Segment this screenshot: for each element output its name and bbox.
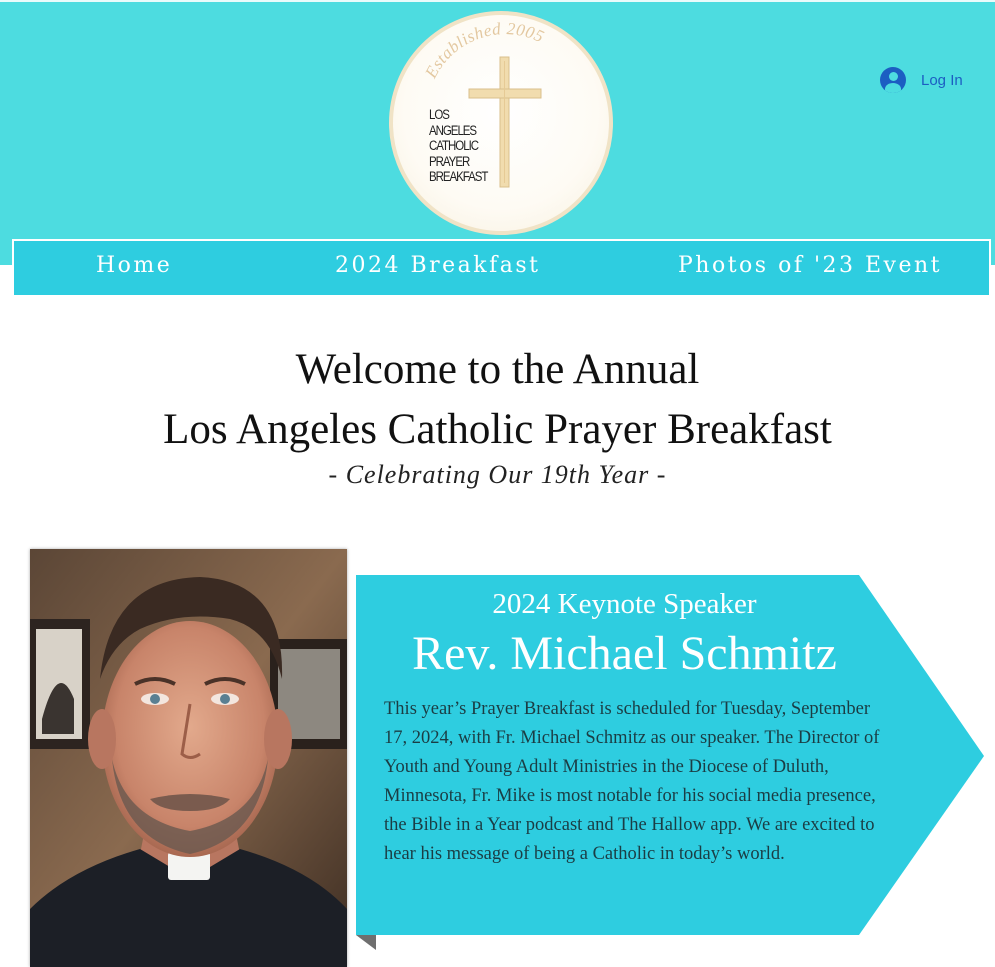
logo-line: BREAKFAST (429, 169, 488, 184)
logo-line: ANGELES (429, 122, 477, 138)
login-button[interactable]: Log In (880, 66, 963, 94)
nav-item-2024-breakfast[interactable]: 2024 Breakfast (335, 253, 541, 278)
speaker-portrait (30, 549, 347, 967)
logo-wordmark: LOS ANGELES CATHOLIC PRAYER BREAKFAST (429, 107, 489, 185)
logo-established-text: Established 2005 (421, 19, 547, 82)
speaker-portrait-illustration (30, 549, 347, 967)
nav-item-home[interactable]: Home (96, 253, 172, 278)
site-logo[interactable]: Established 2005 LOS ANGELES CATHOLIC PR… (389, 11, 613, 235)
user-avatar-icon (880, 67, 906, 93)
keynote-subtitle: 2024 Keynote Speaker (492, 588, 757, 620)
page-title: Welcome to the Annual Los Angeles Cathol… (0, 340, 995, 460)
speaker-name: Rev. Michael Schmitz (412, 627, 837, 680)
logo-line: CATHOLIC (429, 138, 479, 153)
welcome-line-2: Los Angeles Catholic Prayer Breakfast (163, 406, 832, 453)
tagline: - Celebrating Our 19th Year - (328, 460, 667, 489)
main-nav: Home 2024 Breakfast Photos of '23 Event (12, 239, 991, 295)
nav-item-photos-23-event[interactable]: Photos of '23 Event (678, 253, 942, 278)
login-label: Log In (921, 71, 963, 89)
speaker-description: This year’s Prayer Breakfast is schedule… (384, 699, 880, 864)
site-header: Established 2005 LOS ANGELES CATHOLIC PR… (0, 0, 995, 265)
logo-line: LOS (429, 107, 450, 122)
welcome-line-1: Welcome to the Annual (295, 346, 700, 393)
logo-artwork: Established 2005 (421, 19, 547, 188)
logo-line: PRAYER (429, 153, 470, 169)
